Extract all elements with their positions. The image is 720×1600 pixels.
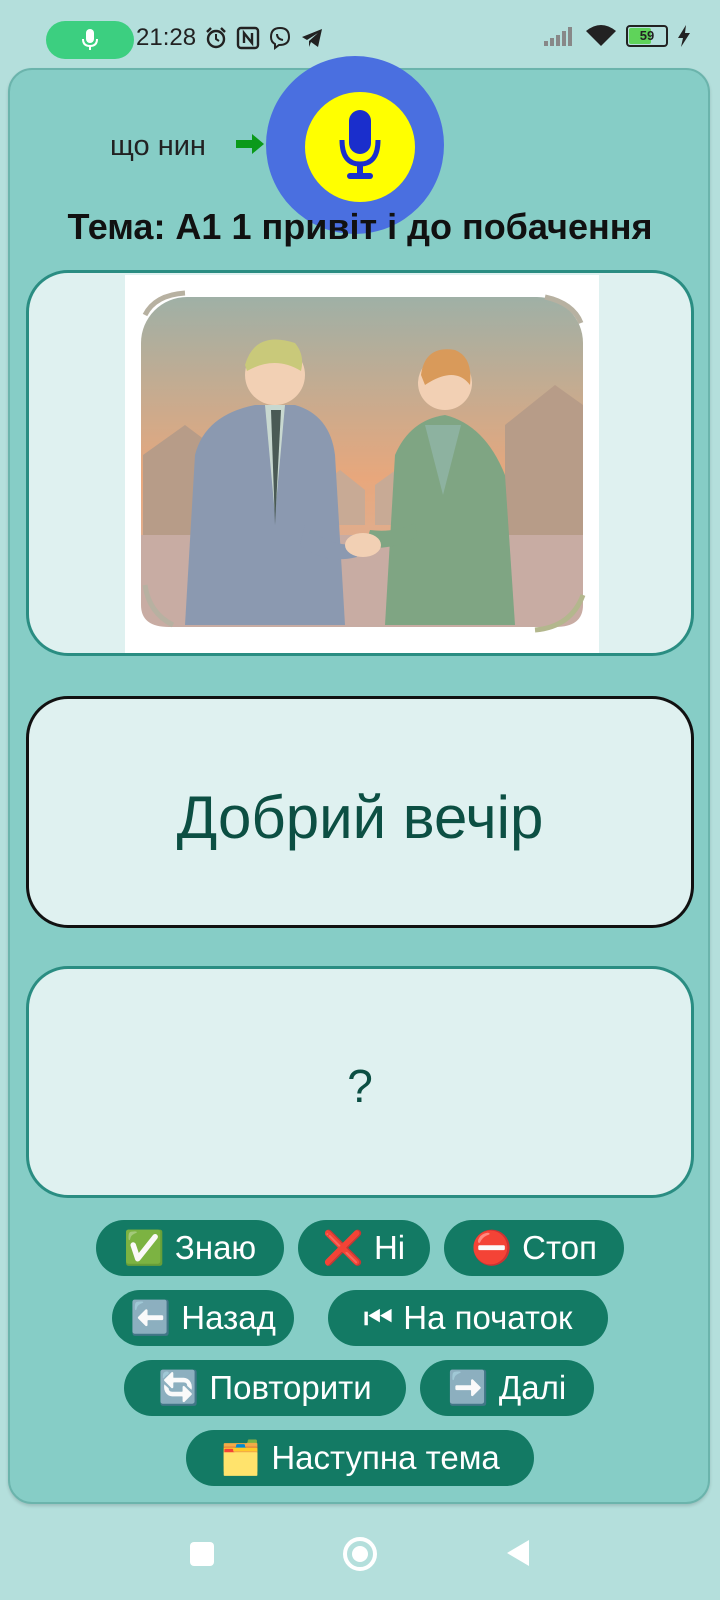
signal-icon bbox=[544, 27, 572, 46]
no-button[interactable]: ❌ Ні bbox=[298, 1220, 430, 1276]
recents-icon[interactable] bbox=[189, 1541, 215, 1567]
arrow-left-icon: ⬅️ bbox=[130, 1299, 172, 1336]
arrow-right-icon: ➡️ bbox=[447, 1369, 489, 1406]
stop-button[interactable]: ⛔ Стоп bbox=[444, 1220, 624, 1276]
alarm-icon bbox=[206, 27, 226, 49]
next-topic-label: Наступна тема bbox=[271, 1439, 500, 1476]
microphone-icon bbox=[339, 110, 381, 179]
battery-icon: 59 bbox=[626, 25, 668, 47]
repeat-button[interactable]: 🔄 Повторити bbox=[124, 1360, 406, 1416]
battery-level: 59 bbox=[639, 28, 655, 43]
know-button[interactable]: ✅ Знаю bbox=[96, 1220, 284, 1276]
back-label: Назад bbox=[181, 1299, 276, 1336]
hint-text: що нин bbox=[110, 130, 206, 162]
repeat-label: Повторити bbox=[209, 1369, 372, 1406]
home-icon[interactable] bbox=[342, 1536, 378, 1572]
topic-title: Тема: А1 1 привіт і до побачення bbox=[67, 206, 653, 247]
folder-icon: 🗂️ bbox=[220, 1439, 262, 1476]
telegram-icon bbox=[302, 29, 322, 47]
cross-icon: ❌ bbox=[322, 1229, 364, 1266]
back-button[interactable]: ⬅️ Назад bbox=[112, 1290, 294, 1346]
word-text: Добрий вечір bbox=[176, 784, 544, 851]
next-label: Далі bbox=[498, 1369, 567, 1406]
arrow-right-icon bbox=[236, 134, 264, 154]
viber-icon bbox=[269, 26, 291, 50]
microphone-icon bbox=[82, 29, 98, 50]
mic-active-indicator[interactable] bbox=[46, 21, 134, 59]
no-label: Ні bbox=[373, 1229, 406, 1266]
stop-label: Стоп bbox=[522, 1229, 597, 1266]
status-time: 21:28 bbox=[136, 24, 197, 51]
repeat-icon: 🔄 bbox=[158, 1369, 200, 1406]
stop-icon: ⛔ bbox=[471, 1229, 513, 1266]
skip-back-icon: ⏮ bbox=[363, 1299, 394, 1336]
back-nav-icon[interactable] bbox=[505, 1538, 531, 1568]
know-label: Знаю bbox=[174, 1229, 257, 1266]
to-start-button[interactable]: ⏮ На початок bbox=[328, 1290, 608, 1346]
charging-icon bbox=[678, 25, 690, 47]
next-topic-button[interactable]: 🗂️ Наступна тема bbox=[186, 1430, 534, 1486]
check-icon: ✅ bbox=[123, 1229, 165, 1266]
wifi-icon bbox=[586, 25, 616, 46]
mic-button[interactable] bbox=[305, 92, 415, 202]
image-card bbox=[26, 270, 694, 656]
answer-card[interactable]: ? bbox=[26, 966, 694, 1198]
system-nav-bar bbox=[0, 1512, 720, 1600]
next-button[interactable]: ➡️ Далі bbox=[420, 1360, 594, 1416]
word-card[interactable]: Добрий вечір bbox=[26, 696, 694, 928]
nfc-icon bbox=[236, 26, 260, 50]
to-start-label: На початок bbox=[403, 1299, 573, 1336]
handshake-illustration bbox=[125, 275, 599, 653]
answer-text: ? bbox=[347, 1060, 373, 1112]
